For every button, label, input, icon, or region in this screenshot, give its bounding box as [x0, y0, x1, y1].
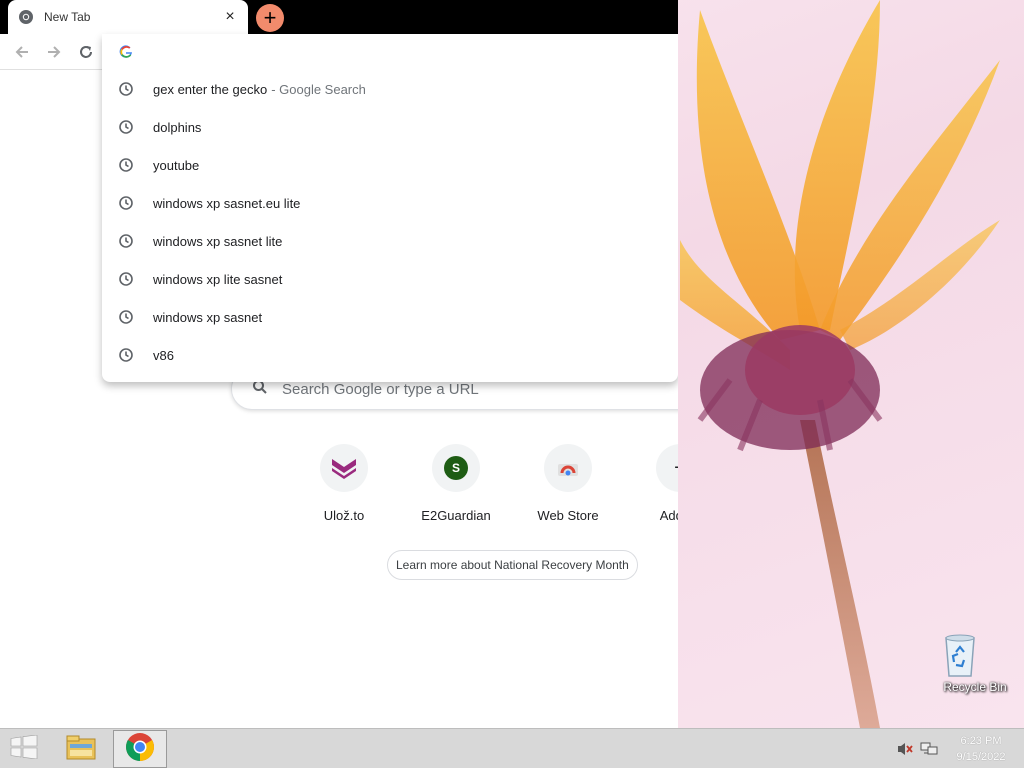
history-clock-icon	[118, 309, 134, 325]
shortcut-label: E2Guardian	[421, 508, 491, 523]
shortcut-label: Add sh	[659, 508, 678, 523]
e2guardian-letter: S	[444, 456, 468, 480]
shortcuts-grid: Ulož.to S E2Guardian Web Store + Add sh	[300, 444, 678, 534]
address-bar-input[interactable]	[146, 42, 646, 62]
reload-icon[interactable]	[74, 40, 98, 64]
chrome-window: New Tab × + Search Google or type a URL …	[0, 0, 678, 728]
google-g-icon	[119, 45, 133, 59]
recycle-bin-desktop-icon[interactable]: Recycle Bin	[940, 630, 1010, 694]
promo-link[interactable]: Learn more about National Recovery Month	[387, 550, 638, 580]
clock-date: 9/15/2022	[956, 751, 1006, 763]
forward-arrow-icon[interactable]	[42, 40, 66, 64]
taskbar-file-explorer[interactable]	[54, 730, 108, 768]
add-glyph: +	[674, 457, 678, 480]
chrome-icon	[18, 9, 34, 25]
clock-time: 6:23 PM	[960, 735, 1002, 747]
suggestion-text: youtube	[153, 157, 200, 173]
close-icon[interactable]: ×	[222, 9, 238, 25]
tab-strip: New Tab × +	[0, 0, 678, 34]
e2guardian-icon: S	[432, 444, 480, 492]
shortcut-label: Web Store	[537, 508, 599, 523]
omnibox-dropdown: gex enter the gecko - Google Search dolp…	[102, 34, 678, 382]
recycle-bin-icon	[945, 630, 995, 678]
suggestion-item[interactable]: gex enter the gecko - Google Search	[102, 70, 678, 108]
chrome-icon	[125, 732, 155, 767]
taskbar-chrome[interactable]	[113, 730, 167, 768]
suggestion-text: windows xp sasnet lite	[153, 233, 283, 249]
suggestion-item[interactable]: windows xp lite sasnet	[102, 260, 678, 298]
windows-logo-icon	[10, 734, 38, 764]
suggestion-text: gex enter the gecko	[153, 81, 268, 97]
history-clock-icon	[118, 233, 134, 249]
shortcut-e2guardian[interactable]: S E2Guardian	[406, 444, 506, 523]
recycle-bin-label: Recycle Bin	[943, 680, 1007, 694]
suggestion-item[interactable]: dolphins	[102, 108, 678, 146]
network-icon[interactable]	[920, 741, 938, 757]
shortcut-label: Ulož.to	[323, 508, 365, 523]
history-clock-icon	[118, 157, 134, 173]
suggestion-text: v86	[153, 347, 174, 363]
history-clock-icon	[118, 119, 134, 135]
history-clock-icon	[118, 81, 134, 97]
ntp-search-placeholder: Search Google or type a URL	[282, 380, 479, 398]
system-clock[interactable]: 6:23 PM 9/15/2022	[946, 733, 1016, 765]
history-clock-icon	[118, 271, 134, 287]
history-clock-icon	[118, 347, 134, 363]
shortcut-web-store[interactable]: Web Store	[518, 444, 618, 523]
suggestion-item[interactable]: youtube	[102, 146, 678, 184]
suggestion-item[interactable]: windows xp sasnet.eu lite	[102, 184, 678, 222]
back-arrow-icon[interactable]	[10, 40, 34, 64]
tab-title: New Tab	[44, 10, 91, 24]
uloz-to-icon	[320, 444, 368, 492]
taskbar: 6:23 PM 9/15/2022	[0, 728, 1024, 768]
shortcut-add[interactable]: + Add sh	[630, 444, 678, 523]
suggestion-item[interactable]: windows xp sasnet lite	[102, 222, 678, 260]
shortcut-uloz-to[interactable]: Ulož.to	[294, 444, 394, 523]
web-store-icon	[544, 444, 592, 492]
suggestion-text: dolphins	[153, 119, 202, 135]
volume-muted-icon[interactable]	[896, 741, 914, 757]
omnibox-row	[102, 34, 678, 70]
suggestion-text: windows xp lite sasnet	[153, 271, 283, 287]
start-button[interactable]	[0, 729, 48, 768]
suggestion-item[interactable]: windows xp sasnet	[102, 298, 678, 336]
tab-new-tab[interactable]: New Tab ×	[8, 0, 248, 34]
suggestion-text: windows xp sasnet.eu lite	[153, 195, 301, 211]
new-tab-button[interactable]: +	[256, 4, 284, 32]
file-explorer-icon	[65, 733, 97, 766]
history-clock-icon	[118, 195, 134, 211]
add-shortcut-icon: +	[656, 444, 678, 492]
suggestion-text: windows xp sasnet	[153, 309, 263, 325]
suggestion-item[interactable]: v86	[102, 336, 678, 374]
suggestion-description: - Google Search	[271, 81, 366, 97]
